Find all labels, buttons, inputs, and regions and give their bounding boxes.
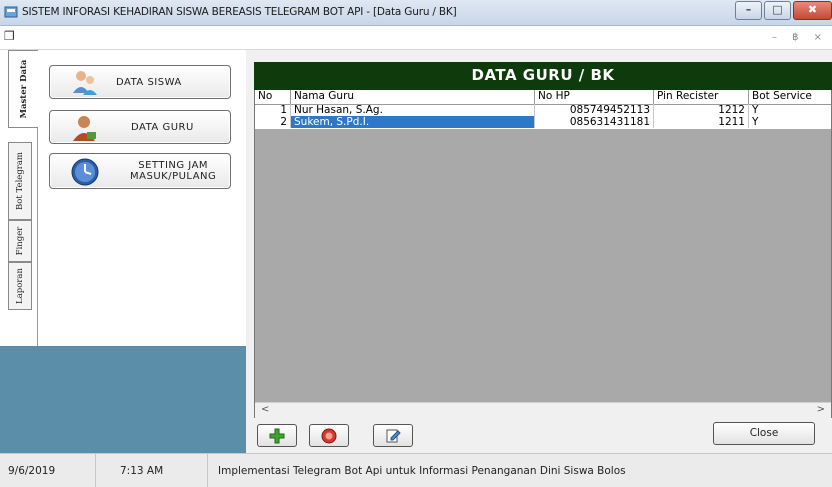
mdi-window-buttons[interactable]: – ฿ × xyxy=(772,32,828,43)
window-title: SISTEM INFORASI KEHADIRAN SISWA BEREASIS… xyxy=(22,6,457,18)
vertical-tab-strip: Master Data Bot Telegram Finger Laporan xyxy=(0,50,39,346)
column-header-pin-register[interactable]: Pin Recister xyxy=(654,90,749,104)
mdi-child-icon[interactable]: ❒ xyxy=(4,29,15,43)
setting-jam-label-line1: SETTING JAM xyxy=(138,160,209,171)
title-bar: SISTEM INFORASI KEHADIRAN SISWA BEREASIS… xyxy=(0,0,832,26)
tab-laporan-label: Laporan xyxy=(15,268,25,304)
setting-jam-label-line2: MASUK/PULANG xyxy=(130,171,217,182)
app-icon xyxy=(4,6,18,18)
nav-panel: DATA SISWA DATA GURU SETTING JAM MASUK/P… xyxy=(38,50,246,346)
horizontal-scrollbar[interactable]: < > xyxy=(255,402,831,418)
tab-laporan[interactable]: Laporan xyxy=(8,262,32,310)
main-content: DATA GURU / BK No Nama Guru No HP Pin Re… xyxy=(246,50,832,453)
cell-no-hp: 085749452113 xyxy=(535,104,654,116)
table-row-selected[interactable]: 2 Sukem, S.Pd.I. 085631431181 1211 Y xyxy=(255,116,831,129)
scroll-left-icon[interactable]: < xyxy=(261,404,269,415)
data-siswa-label: DATA SISWA xyxy=(116,77,182,88)
status-time: 7:13 AM xyxy=(120,465,164,477)
status-date: 9/6/2019 xyxy=(8,465,56,477)
mdi-menu-strip: ❒ – ฿ × xyxy=(0,26,832,50)
delete-icon xyxy=(321,428,337,443)
tab-bot-telegram[interactable]: Bot Telegram xyxy=(8,142,32,220)
cell-no: 2 xyxy=(255,116,291,128)
tab-master-data-label: Master Data xyxy=(19,59,29,119)
column-header-bot-service[interactable]: Bot Service xyxy=(749,90,832,104)
cell-pin-register: 1212 xyxy=(654,104,749,116)
minimize-button[interactable]: – xyxy=(735,1,762,20)
data-guru-label: DATA GURU xyxy=(131,122,194,133)
data-guru-button[interactable]: DATA GURU xyxy=(49,110,231,144)
decorative-panel xyxy=(0,346,246,453)
setting-jam-button[interactable]: SETTING JAM MASUK/PULANG xyxy=(49,153,231,189)
tab-bot-telegram-label: Bot Telegram xyxy=(15,152,25,210)
add-button[interactable] xyxy=(257,424,297,447)
page-header: DATA GURU / BK xyxy=(254,62,832,90)
page-title: DATA GURU / BK xyxy=(471,66,615,84)
status-bar: 9/6/2019 7:13 AM Implementasi Telegram B… xyxy=(0,453,832,487)
column-header-nama-guru[interactable]: Nama Guru xyxy=(291,90,535,104)
data-grid[interactable]: No Nama Guru No HP Pin Recister Bot Serv… xyxy=(254,90,832,418)
edit-button[interactable] xyxy=(373,424,413,447)
grid-header: No Nama Guru No HP Pin Recister Bot Serv… xyxy=(255,90,831,105)
maximize-button[interactable]: □ xyxy=(764,1,791,20)
plus-icon xyxy=(269,428,285,443)
minimize-icon: – xyxy=(745,3,752,16)
close-button[interactable]: Close xyxy=(713,422,815,445)
maximize-icon: □ xyxy=(772,3,783,16)
delete-button[interactable] xyxy=(309,424,349,447)
status-message: Implementasi Telegram Bot Api untuk Info… xyxy=(218,465,626,477)
tab-finger-label: Finger xyxy=(15,226,25,256)
students-icon xyxy=(73,71,97,95)
cell-no-hp: 085631431181 xyxy=(535,116,654,128)
cell-pin-register: 1211 xyxy=(654,116,749,128)
cell-bot-service: Y xyxy=(752,104,759,116)
tab-finger[interactable]: Finger xyxy=(8,220,32,262)
column-header-no-hp[interactable]: No HP xyxy=(535,90,654,104)
cell-no: 1 xyxy=(255,104,291,116)
cell-bot-service: Y xyxy=(752,116,759,128)
tab-master-data[interactable]: Master Data xyxy=(8,50,39,128)
data-siswa-button[interactable]: DATA SISWA xyxy=(49,65,231,99)
close-icon: ✖ xyxy=(807,3,818,16)
teacher-icon xyxy=(73,116,96,141)
close-window-button[interactable]: ✖ xyxy=(793,1,832,20)
edit-icon xyxy=(386,429,401,442)
clock-icon xyxy=(71,158,99,186)
column-header-no[interactable]: No xyxy=(255,90,291,104)
cell-nama-guru: Sukem, S.Pd.I. xyxy=(291,116,535,128)
setting-jam-label: SETTING JAM MASUK/PULANG xyxy=(130,160,216,182)
cell-nama-guru: Nur Hasan, S.Ag. xyxy=(291,104,535,116)
scroll-right-icon[interactable]: > xyxy=(817,404,825,415)
